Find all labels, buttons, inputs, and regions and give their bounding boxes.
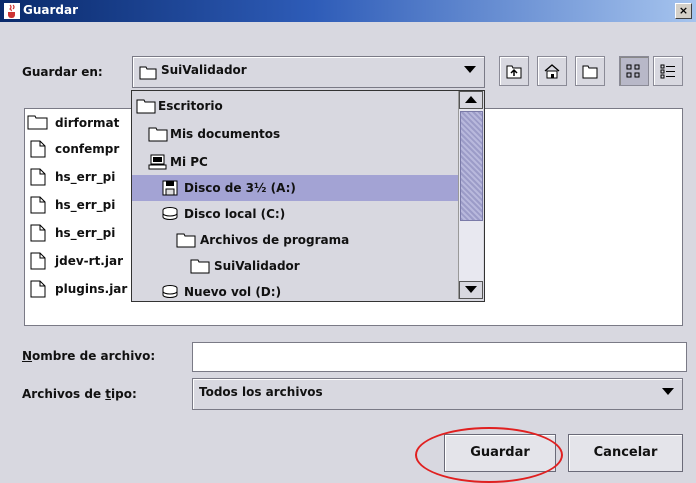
dropdown-item-label: Disco local (C:) xyxy=(184,207,286,221)
home-button[interactable] xyxy=(537,56,567,86)
new-folder-button[interactable] xyxy=(575,56,605,86)
folder-icon xyxy=(148,127,168,142)
close-button[interactable]: × xyxy=(675,3,692,19)
save-button[interactable]: Guardar xyxy=(444,434,556,472)
filename-label: Nombre de archivo: xyxy=(22,349,156,363)
file-icon xyxy=(30,280,46,298)
arrow-up-icon xyxy=(465,96,477,103)
filename-input[interactable] xyxy=(192,342,687,372)
dropdown-item-label: Archivos de programa xyxy=(200,233,350,247)
dropdown-item-mis-documentos[interactable]: Mis documentos xyxy=(132,121,458,147)
scroll-up-button[interactable] xyxy=(459,91,483,109)
dropdown-item-label: Mi PC xyxy=(170,155,208,169)
cancel-button[interactable]: Cancelar xyxy=(568,434,683,472)
dropdown-item-label: Escritorio xyxy=(158,99,223,113)
scroll-down-button[interactable] xyxy=(459,281,483,299)
file-icon xyxy=(30,140,46,158)
dropdown-item-escritorio[interactable]: Escritorio xyxy=(132,93,458,119)
file-icon xyxy=(30,168,46,186)
folder-icon xyxy=(136,99,156,114)
dropdown-item-archivos-de-programa[interactable]: Archivos de programa xyxy=(132,227,458,253)
dropdown-scrollbar[interactable] xyxy=(458,91,483,299)
filetype-value: Todos los archivos xyxy=(199,385,323,399)
dropdown-item-mi-pc[interactable]: Mi PC xyxy=(132,149,458,175)
close-icon: × xyxy=(678,4,689,17)
look-in-dropdown[interactable]: Escritorio Mis documentos Mi PC Disco de… xyxy=(131,90,485,302)
details-view-icon xyxy=(660,64,675,79)
file-name: hs_err_pi xyxy=(55,226,116,240)
dropdown-item-nuevo-vol-d[interactable]: Nuevo vol (D:) xyxy=(132,279,458,301)
dropdown-item-suivalidador[interactable]: SuiValidador xyxy=(132,253,458,279)
floppy-icon xyxy=(162,180,178,196)
file-name: dirformat xyxy=(55,116,120,130)
java-cup-icon xyxy=(4,3,20,19)
details-view-button[interactable] xyxy=(653,56,683,86)
scroll-thumb[interactable] xyxy=(460,111,483,221)
file-icon xyxy=(30,252,46,270)
file-name: jdev-rt.jar xyxy=(55,254,123,268)
look-in-combo[interactable]: SuiValidador xyxy=(132,56,485,88)
new-folder-icon xyxy=(582,65,598,79)
dropdown-item-disco-c[interactable]: Disco local (C:) xyxy=(132,201,458,227)
folder-icon xyxy=(139,66,157,80)
dropdown-item-label: Mis documentos xyxy=(170,127,281,141)
folder-icon xyxy=(176,233,196,248)
filetype-label: Archivos de tipo: xyxy=(22,387,137,401)
window-title: Guardar xyxy=(23,3,79,17)
filetype-combo[interactable]: Todos los archivos xyxy=(192,378,683,410)
file-icon xyxy=(30,224,46,242)
file-name: hs_err_pi xyxy=(55,170,116,184)
list-view-icon xyxy=(626,64,640,78)
list-view-button[interactable] xyxy=(619,56,649,86)
chevron-down-icon[interactable] xyxy=(464,66,476,73)
chevron-down-icon[interactable] xyxy=(662,388,674,395)
look-in-label: Guardar en: xyxy=(22,65,103,79)
up-folder-button[interactable] xyxy=(499,56,529,86)
file-name: hs_err_pi xyxy=(55,198,116,212)
hard-drive-icon xyxy=(162,285,178,298)
folder-icon xyxy=(190,259,210,274)
folder-icon xyxy=(27,115,48,130)
file-name: plugins.jar xyxy=(55,282,128,296)
file-icon xyxy=(30,196,46,214)
dropdown-item-label: Nuevo vol (D:) xyxy=(184,285,282,299)
home-icon xyxy=(544,64,560,79)
title-bar: Guardar × xyxy=(0,0,696,22)
look-in-value: SuiValidador xyxy=(161,63,247,77)
computer-icon xyxy=(148,154,167,170)
up-folder-icon xyxy=(506,65,522,79)
arrow-down-icon xyxy=(465,286,477,293)
dropdown-item-disco-a[interactable]: Disco de 3½ (A:) xyxy=(132,175,458,201)
file-name: confempr xyxy=(55,142,120,156)
hard-drive-icon xyxy=(162,207,178,220)
dropdown-item-label: SuiValidador xyxy=(214,259,300,273)
dropdown-item-label: Disco de 3½ (A:) xyxy=(184,181,296,195)
